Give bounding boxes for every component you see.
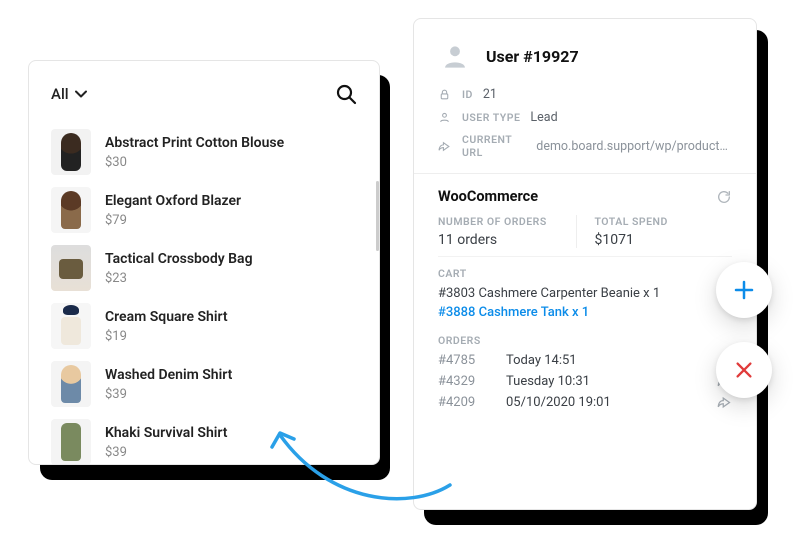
stat-value: $1071 xyxy=(595,232,733,248)
list-item[interactable]: Tactical Crossbody Bag $23 xyxy=(51,241,357,295)
orders-list: #4785 Today 14:51 #4329 Tuesday 10:31 #4… xyxy=(438,353,732,424)
stat-orders: NUMBER OF ORDERS 11 orders xyxy=(438,215,576,248)
product-name: Tactical Crossbody Bag xyxy=(105,250,253,268)
order-share-button[interactable] xyxy=(717,395,732,410)
product-name: Khaki Survival Shirt xyxy=(105,424,228,442)
product-info: Elegant Oxford Blazer $79 xyxy=(105,192,241,227)
product-price: $23 xyxy=(105,271,253,286)
product-price: $19 xyxy=(105,329,228,344)
cart-item: #3803 Cashmere Carpenter Beanie x 1 xyxy=(438,286,732,301)
product-name: Cream Square Shirt xyxy=(105,308,228,326)
meta-row-url: CURRENT URL demo.board.support/wp/produc… xyxy=(438,133,732,159)
product-name: Elegant Oxford Blazer xyxy=(105,192,241,210)
product-panel: All Abstract Print Cotton Blouse $30 Ele… xyxy=(28,60,380,465)
avatar xyxy=(438,39,472,73)
meta-label: USER TYPE xyxy=(462,111,520,124)
meta-value: 21 xyxy=(483,87,497,102)
meta-value[interactable]: demo.board.support/wp/product/cash... xyxy=(536,139,732,154)
search-icon xyxy=(335,83,357,105)
refresh-icon xyxy=(716,189,732,205)
product-thumbnail xyxy=(51,303,91,349)
person-icon xyxy=(438,111,452,124)
order-id: #4785 xyxy=(438,353,488,368)
orders-label: ORDERS xyxy=(438,334,732,347)
orders-section: ORDERS #4785 Today 14:51 #4329 Tuesday 1… xyxy=(414,324,756,424)
product-panel-header: All xyxy=(51,83,357,105)
search-button[interactable] xyxy=(335,83,357,105)
stat-spend: TOTAL SPEND $1071 xyxy=(576,215,733,248)
plus-icon xyxy=(732,278,756,302)
share-icon xyxy=(438,140,452,153)
meta-label: ID xyxy=(462,88,473,101)
fab-add-button[interactable] xyxy=(716,262,772,318)
section-header: WooCommerce xyxy=(438,188,732,205)
product-price: $39 xyxy=(105,387,232,402)
stat-label: TOTAL SPEND xyxy=(595,215,733,228)
product-name: Abstract Print Cotton Blouse xyxy=(105,134,284,152)
order-date: Tuesday 10:31 xyxy=(506,374,699,389)
meta-row-id: ID 21 xyxy=(438,87,732,102)
fab-close-button[interactable] xyxy=(716,342,772,398)
meta-label: CURRENT URL xyxy=(462,133,526,159)
cart-section: CART #3803 Cashmere Carpenter Beanie x 1… xyxy=(414,257,756,324)
stats-row: NUMBER OF ORDERS 11 orders TOTAL SPEND $… xyxy=(438,215,732,257)
meta-value: Lead xyxy=(530,110,557,125)
scrollbar[interactable] xyxy=(376,181,379,251)
order-id: #4209 xyxy=(438,395,488,410)
cart-item-link[interactable]: #3888 Cashmere Tank x 1 xyxy=(438,305,732,320)
user-meta: ID 21 USER TYPE Lead CURRENT URL demo.bo… xyxy=(414,83,756,174)
product-thumbnail xyxy=(51,129,91,175)
stat-label: NUMBER OF ORDERS xyxy=(438,215,576,228)
meta-row-type: USER TYPE Lead xyxy=(438,110,732,125)
product-thumbnail xyxy=(51,419,91,465)
order-date: Today 14:51 xyxy=(506,353,732,368)
filter-label: All xyxy=(51,85,69,103)
list-item[interactable]: Washed Denim Shirt $39 xyxy=(51,357,357,411)
woocommerce-section: WooCommerce NUMBER OF ORDERS 11 orders T… xyxy=(414,174,756,257)
product-thumbnail xyxy=(51,245,91,291)
product-list: Abstract Print Cotton Blouse $30 Elegant… xyxy=(51,125,357,465)
stat-value: 11 orders xyxy=(438,232,576,248)
cart-label: CART xyxy=(438,267,732,280)
user-icon xyxy=(441,42,469,70)
product-thumbnail xyxy=(51,361,91,407)
section-title: WooCommerce xyxy=(438,188,538,205)
product-price: $79 xyxy=(105,213,241,228)
order-row[interactable]: #4209 05/10/2020 19:01 xyxy=(438,395,732,410)
product-info: Abstract Print Cotton Blouse $30 xyxy=(105,134,284,169)
list-item[interactable]: Cream Square Shirt $19 xyxy=(51,299,357,353)
product-info: Cream Square Shirt $19 xyxy=(105,308,228,343)
product-info: Tactical Crossbody Bag $23 xyxy=(105,250,253,285)
share-icon xyxy=(717,395,732,410)
order-id: #4329 xyxy=(438,374,488,389)
order-row[interactable]: #4329 Tuesday 10:31 xyxy=(438,374,732,389)
lock-icon xyxy=(438,88,452,101)
product-thumbnail xyxy=(51,187,91,233)
chevron-down-icon xyxy=(75,90,87,98)
list-item[interactable]: Khaki Survival Shirt $39 xyxy=(51,415,357,465)
list-item[interactable]: Abstract Print Cotton Blouse $30 xyxy=(51,125,357,179)
list-item[interactable]: Elegant Oxford Blazer $79 xyxy=(51,183,357,237)
filter-dropdown[interactable]: All xyxy=(51,85,87,103)
product-info: Khaki Survival Shirt $39 xyxy=(105,424,228,459)
order-row[interactable]: #4785 Today 14:51 xyxy=(438,353,732,368)
user-title: User #19927 xyxy=(486,47,579,66)
refresh-button[interactable] xyxy=(716,189,732,205)
user-header: User #19927 xyxy=(414,19,756,83)
order-date: 05/10/2020 19:01 xyxy=(506,395,699,410)
product-name: Washed Denim Shirt xyxy=(105,366,232,384)
user-panel: User #19927 ID 21 USER TYPE Lead CURRENT… xyxy=(413,18,757,510)
close-icon xyxy=(733,359,755,381)
product-price: $39 xyxy=(105,445,228,460)
product-info: Washed Denim Shirt $39 xyxy=(105,366,232,401)
product-price: $30 xyxy=(105,155,284,170)
